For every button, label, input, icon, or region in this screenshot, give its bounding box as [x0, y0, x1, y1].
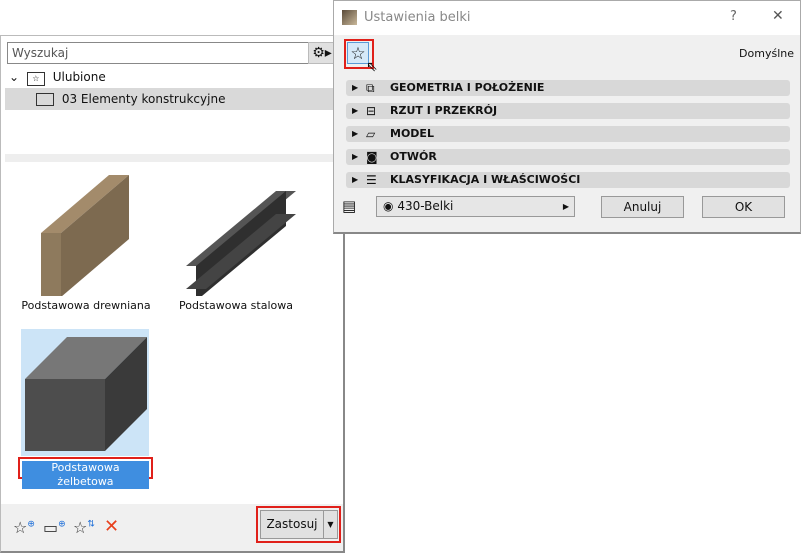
chevron-right-icon: ▶	[562, 202, 569, 211]
favorite-item-wood[interactable]	[21, 171, 151, 297]
mouse-cursor-icon: ⇖	[366, 59, 378, 75]
opening-icon: ◙	[366, 150, 378, 164]
concrete-beam-thumbnail	[25, 337, 147, 451]
section-model[interactable]: ▶ ▱ MODEL	[346, 126, 790, 142]
gear-icon: ⚙▸	[312, 45, 332, 61]
ok-button[interactable]: OK	[702, 196, 785, 218]
tree-item-folder[interactable]: 03 Elementy konstrukcyjne	[5, 88, 341, 110]
close-button[interactable]: ✕	[772, 8, 784, 24]
apply-highlight: Zastosuj ▼	[256, 506, 341, 543]
favorite-label[interactable]: Podstawowa drewniana	[11, 299, 161, 312]
layer-value: 430-Belki	[397, 199, 454, 213]
folder-icon	[36, 93, 54, 106]
settings-gear-button[interactable]: ⚙▸	[308, 42, 336, 64]
favorite-item-concrete[interactable]	[21, 329, 149, 456]
tree-item-favorites[interactable]: ⌄ ☆ Ulubione	[9, 66, 106, 88]
chevron-down-icon: ⌄	[9, 70, 20, 84]
title-bar: Ustawienia belki ? ✕	[334, 1, 800, 35]
selected-label-highlight: Podstawowa żelbetowa	[18, 457, 153, 489]
apply-dropdown-button[interactable]: ▼	[323, 510, 338, 539]
update-favorite-icon[interactable]: ☆⇅	[73, 518, 95, 537]
favorite-label[interactable]: Podstawowa żelbetowa	[22, 461, 149, 489]
layer-select[interactable]: ◉ 430-Belki ▶	[376, 196, 575, 217]
help-button[interactable]: ?	[730, 9, 737, 24]
favorites-folder-icon: ☆	[26, 72, 45, 86]
section-opening[interactable]: ▶ ◙ OTWÓR	[346, 149, 790, 165]
layers-icon: ▤	[342, 197, 357, 215]
geometry-icon: ⧉	[366, 81, 375, 95]
cancel-button[interactable]: Anuluj	[601, 196, 684, 218]
floor-plan-section-icon: ⊟	[366, 104, 377, 118]
model-icon: ▱	[366, 127, 376, 141]
tree-item-label: 03 Elementy konstrukcyjne	[61, 92, 226, 106]
section-floor-plan[interactable]: ▶ ⊟ RZUT I PRZEKRÓJ	[346, 103, 790, 119]
search-input[interactable]: Wyszukaj	[7, 42, 309, 64]
apply-button[interactable]: Zastosuj	[260, 510, 324, 539]
steel-beam-thumbnail	[186, 191, 296, 301]
new-folder-icon[interactable]: ▭⊕	[43, 518, 66, 537]
app-logo-icon	[342, 10, 357, 25]
dialog-title: Ustawienia belki	[364, 10, 471, 25]
panel-toolbar: ☆⊕ ▭⊕ ☆⇅ ✕ Zastosuj ▼	[1, 504, 343, 551]
classification-icon: ☰	[366, 173, 377, 187]
section-geometry[interactable]: ▶ ⧉ GEOMETRIA I POŁOŻENIE	[346, 80, 790, 96]
eye-icon: ◉	[383, 199, 394, 213]
favorite-label[interactable]: Podstawowa stalowa	[161, 299, 311, 312]
beam-settings-dialog: Ustawienia belki ? ✕ ☆ ⇖ Domyślne ▶ ⧉ GEOM…	[333, 0, 801, 234]
wood-beam-thumbnail	[41, 175, 129, 297]
tree-item-label: Ulubione	[52, 70, 106, 84]
section-classification[interactable]: ▶ ☰ KLASYFIKACJA I WŁAŚCIWOŚCI	[346, 172, 790, 188]
default-label: Domyślne	[739, 47, 794, 60]
divider	[5, 154, 343, 162]
star-icon: ☆	[350, 44, 366, 64]
favorite-item-steel[interactable]	[166, 171, 306, 301]
delete-icon[interactable]: ✕	[104, 516, 119, 537]
favorites-panel: Wyszukaj ⚙▸ ⌄ ☆ Ulubione 03 Elementy kon…	[0, 35, 345, 553]
add-favorite-icon[interactable]: ☆⊕	[13, 518, 35, 537]
